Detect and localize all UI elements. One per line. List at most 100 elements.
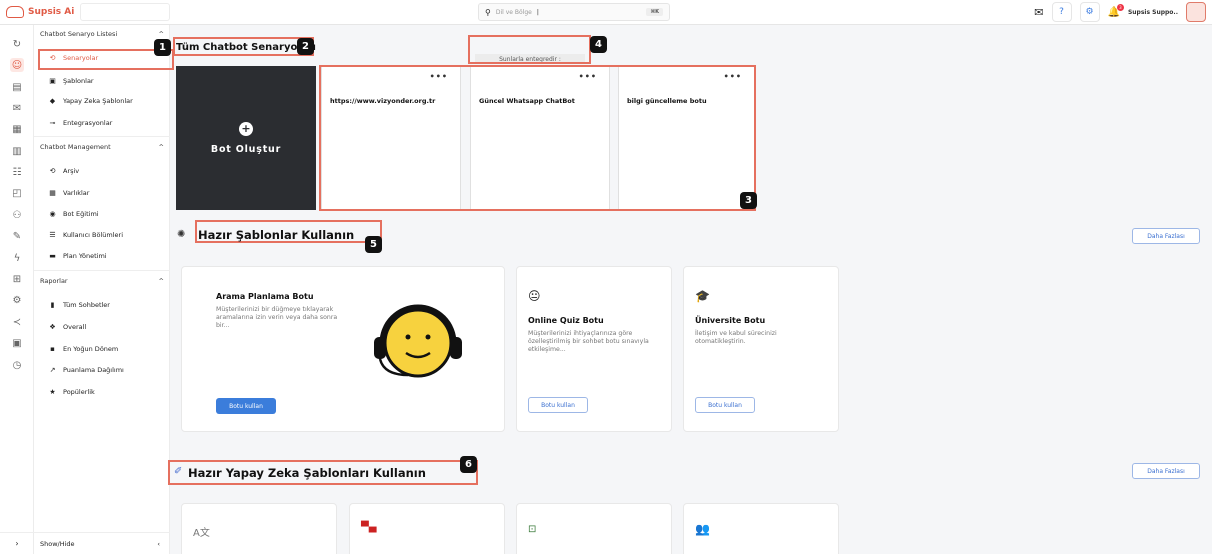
sidebar-item-user-segments[interactable]: ☰ Kullanıcı Bölümleri [48,231,123,239]
section-title: Raporlar [40,277,68,285]
chevron-up-icon: ^ [158,277,164,285]
overall-icon: ❖ [49,323,56,331]
search-icon: ⚲ [485,7,491,17]
chat-icon: ▮ [50,301,55,309]
divider [34,270,170,271]
expand-icon[interactable]: › [0,532,34,554]
template-title: Online Quiz Botu [528,316,604,325]
trend-icon: ↗ [49,366,56,374]
ai-templates-title: Hazır Yapay Zeka Şablonları Kullanın [188,466,426,480]
ai-template-card[interactable]: ⊡ [516,503,672,554]
user-name[interactable]: Supsis Suppo.. [1128,9,1178,16]
sidebar-item-popularity[interactable]: ★ Popülerlik [48,388,95,396]
users-icon[interactable]: ⚇ [10,208,24,222]
settings-icon[interactable]: ⚙ [1079,2,1100,22]
show-hide-toggle[interactable]: Show/Hide ‹ [34,532,170,554]
sidebar-item-entities[interactable]: ▦ Varlıklar [48,189,89,197]
template-card[interactable]: Arama Planlama Botu Müşterilerinizi bir … [181,266,505,432]
sidebar-item-integrations[interactable]: ⊸ Entegrasyonlar [48,119,113,127]
star-icon: ★ [49,388,56,396]
sidebar-item-rating-distribution[interactable]: ↗ Puanlama Dağılımı [48,366,124,374]
sidebar-item-overall[interactable]: ❖ Overall [48,323,86,331]
edit-icon[interactable]: ✎ [10,229,24,243]
supsis-logo-icon [6,6,24,18]
key-icon: ⊸ [49,119,56,127]
sidebar-item-label: Bot Eğitimi [63,210,99,218]
template-title: Üniversite Botu [695,316,766,325]
sidebar-item-label: Popülerlik [63,388,95,396]
ai-templates-more-button[interactable]: Daha Fazlası [1132,463,1200,479]
mail-icon[interactable]: ✉ [1034,6,1043,19]
divider [34,136,170,137]
apps-icon[interactable]: ⊞ [10,272,24,286]
section-title: Chatbot Senaryo Listesi [40,30,118,38]
icon-rail: ↻ ☺ ▤ ✉ ▦ ▥ ☷ ◰ ⚇ ✎ ϟ ⊞ ⚙ ≺ ▣ ◷ › [0,25,34,554]
chatbot-icon[interactable]: ☺ [10,58,24,72]
chevron-left-icon: ‹ [157,539,160,548]
sidebar-item-label: Yapay Zeka Şablonlar [63,97,133,105]
headset-mascot-icon [374,304,462,378]
create-bot-card[interactable]: + Bot Oluştur [176,66,316,210]
sidebar-item-label: Puanlama Dağılımı [63,366,124,374]
sidebar-section-reports[interactable]: Raporlar ^ [40,277,164,285]
global-search-input[interactable]: ⚲ Dil ve Bölge | ⌘K [478,3,670,21]
help-icon[interactable]: ? [1051,2,1072,22]
grid-icon: ▦ [49,189,56,197]
ai-icon: ◆ [49,97,56,105]
sidebar: Chatbot Senaryo Listesi ^ ⟲ Senaryolar ▣ … [34,25,170,554]
sidebar-item-label: Plan Yönetimi [63,252,107,260]
sidebar-item-label: Varlıklar [63,189,90,197]
sidebar-item-archive[interactable]: ⟲ Arşiv [48,167,80,175]
sidebar-item-ai-templates[interactable]: ◆ Yapay Zeka Şablonlar [48,97,133,105]
clock-icon[interactable]: ◷ [10,358,24,372]
annotation-box-2 [173,37,314,56]
sidebar-item-label: Kullanıcı Bölümleri [63,231,124,239]
gear-icon[interactable]: ⚙ [10,293,24,307]
sidebar-search-input[interactable] [80,3,170,21]
text-cursor: | [536,8,539,16]
lightning-icon[interactable]: ϟ [10,251,24,265]
box-icon[interactable]: ◰ [10,186,24,200]
use-bot-button[interactable]: Botu kullan [216,398,276,414]
templates-title: Hazır Şablonlar Kullanın [198,228,355,242]
training-icon: ◉ [49,210,56,218]
annotation-box-4 [468,35,591,64]
archive-icon: ⟲ [49,167,56,175]
list-icon[interactable]: ☷ [10,165,24,179]
ai-template-card[interactable]: A文 [181,503,337,554]
avatar[interactable] [1186,2,1206,22]
annotation-badge-4: 4 [590,36,607,53]
sidebar-section-chatbot-management[interactable]: Chatbot Management ^ [40,143,164,151]
top-bar: Supsis Ai ⚲ Dil ve Bölge | ⌘K ✉ ? ⚙ 🔔 3 S… [0,0,1212,25]
use-bot-button[interactable]: Botu kullan [528,397,588,413]
sidebar-item-sablonlar[interactable]: ▣ Şablonlar [48,77,94,85]
ai-template-card[interactable]: 👥 [683,503,839,554]
store-icon[interactable]: ▣ [10,336,24,350]
template-card[interactable]: 🎓 Üniversite Botu İletişim ve kabul süre… [683,266,839,432]
chevron-up-icon: ^ [158,143,164,151]
sidebar-item-bot-training[interactable]: ◉ Bot Eğitimi [48,210,99,218]
inbox-icon[interactable]: ✉ [10,101,24,115]
sidebar-item-all-chats[interactable]: ▮ Tüm Sohbetler [48,301,110,309]
annotation-badge-2: 2 [297,38,314,55]
document-icon[interactable]: ▥ [10,144,24,158]
ai-template-card[interactable]: ▀▄ [349,503,505,554]
calendar-icon[interactable]: ▤ [10,80,24,94]
use-bot-button[interactable]: Botu kullan [695,397,755,413]
templates-more-button[interactable]: Daha Fazlası [1132,228,1200,244]
refresh-icon[interactable]: ↻ [10,37,24,51]
sidebar-section-chatbot-scenarios[interactable]: Chatbot Senaryo Listesi ^ [40,30,164,38]
annotation-badge-3: 3 [740,192,757,209]
sidebar-item-label: Entegrasyonlar [63,119,113,127]
sidebar-item-label: Şablonlar [63,77,94,85]
sidebar-item-plan-management[interactable]: ▬ Plan Yönetimi [48,252,107,260]
notification-icon[interactable]: 🔔 3 [1108,3,1124,18]
show-hide-label: Show/Hide [40,539,75,548]
table-icon[interactable]: ▦ [10,122,24,136]
template-card[interactable]: 😐 Online Quiz Botu Müşterilerinizi ihtiy… [516,266,672,432]
translate-icon: A文 [193,528,210,539]
template-desc: İletişim ve kabul sürecinizi otomatikleş… [695,330,777,345]
graduation-cap-icon: 🎓 [695,289,710,303]
share-icon[interactable]: ≺ [10,315,24,329]
sidebar-item-peak-period[interactable]: ▪ En Yoğun Dönem [48,345,118,353]
